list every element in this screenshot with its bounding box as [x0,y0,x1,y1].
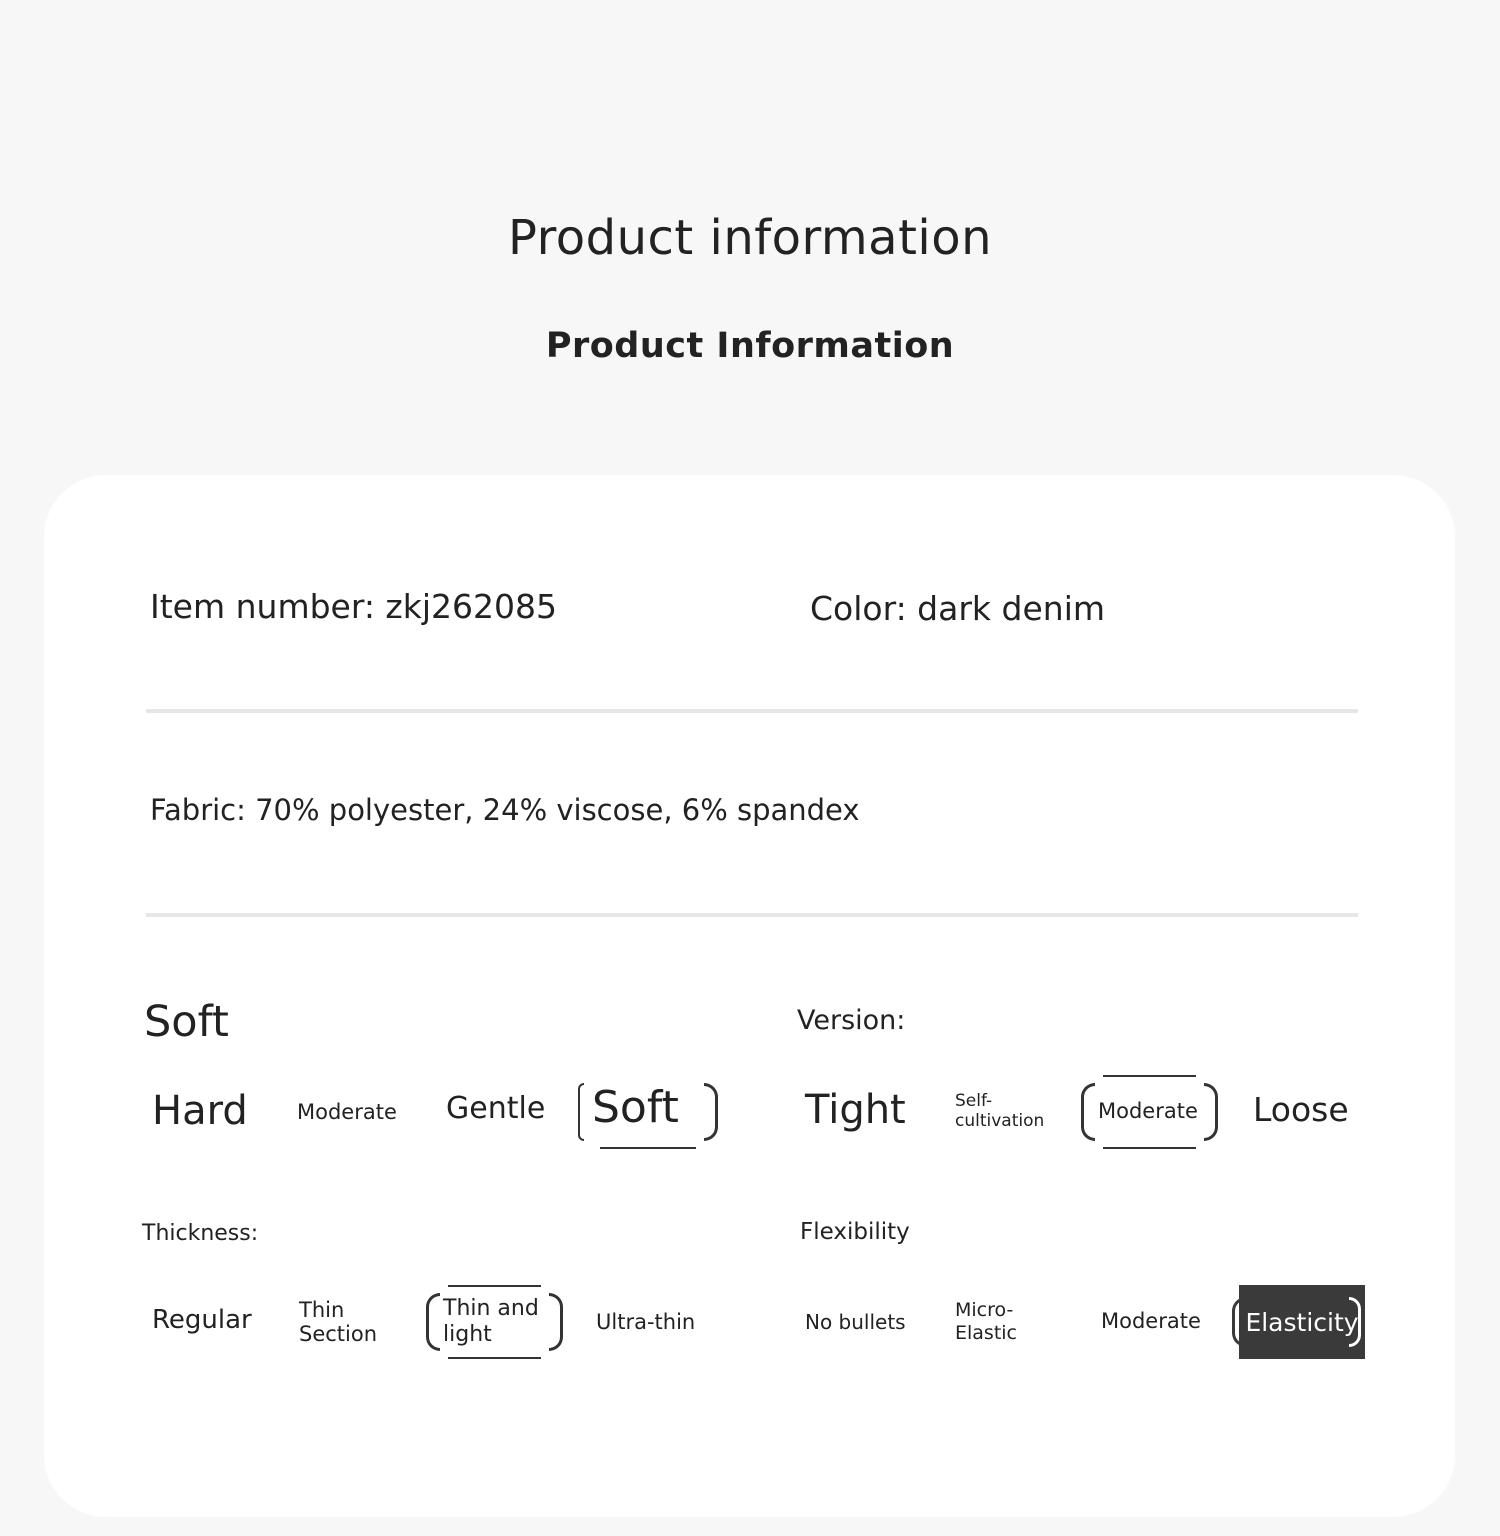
page-subtitle: Product Information [545,326,955,366]
left-bracket-icon [1081,1083,1095,1141]
product-info-page: Product information Product Information … [0,0,1500,1536]
softness-option-moderate: Moderate [297,1100,397,1124]
thickness-option-ultra-thin: Ultra-thin [596,1310,696,1334]
softness-option-soft: Soft [592,1082,679,1133]
version-label: Version: [797,1005,906,1036]
product-color: Color: dark denim [810,589,1106,628]
thickness-option-thin-and-light: Thin and light [443,1296,539,1347]
version-option-loose: Loose [1253,1090,1349,1129]
thickness-option-regular: Regular [152,1305,252,1335]
flexibility-label: Flexibility [800,1219,910,1245]
divider-bottom [146,913,1358,917]
flexibility-option-no-bullets: No bullets [805,1310,906,1334]
product-details-card: Item number: zkj262085 Color: dark denim… [44,475,1455,1517]
version-option-self-cultivation: Self-cultivation [955,1091,1045,1132]
softness-option-gentle: Gentle [446,1091,546,1126]
right-bracket-icon [1349,1297,1361,1347]
flexibility-option-elasticity: Elasticity [1239,1285,1365,1359]
left-bracket-icon [426,1293,440,1351]
divider-top [146,709,1358,713]
left-bracket-icon [578,1083,584,1141]
thickness-label: Thickness: [142,1221,259,1246]
flexibility-option-micro-elastic: Micro-Elastic [955,1299,1018,1344]
version-option-moderate: Moderate [1098,1099,1198,1123]
fabric-composition: Fabric: 70% polyester, 24% viscose, 6% s… [150,793,860,827]
right-bracket-icon [704,1083,718,1141]
flexibility-option-elasticity-label: Elasticity [1245,1307,1359,1337]
item-number: Item number: zkj262085 [150,587,558,626]
softness-label: Soft [144,997,229,1047]
thickness-option-thin-section: Thin Section [299,1298,378,1347]
page-title: Product information [507,210,993,266]
version-option-tight: Tight [805,1087,906,1133]
flexibility-option-moderate: Moderate [1101,1309,1201,1333]
softness-option-hard: Hard [152,1088,248,1134]
right-bracket-icon [1204,1083,1218,1141]
